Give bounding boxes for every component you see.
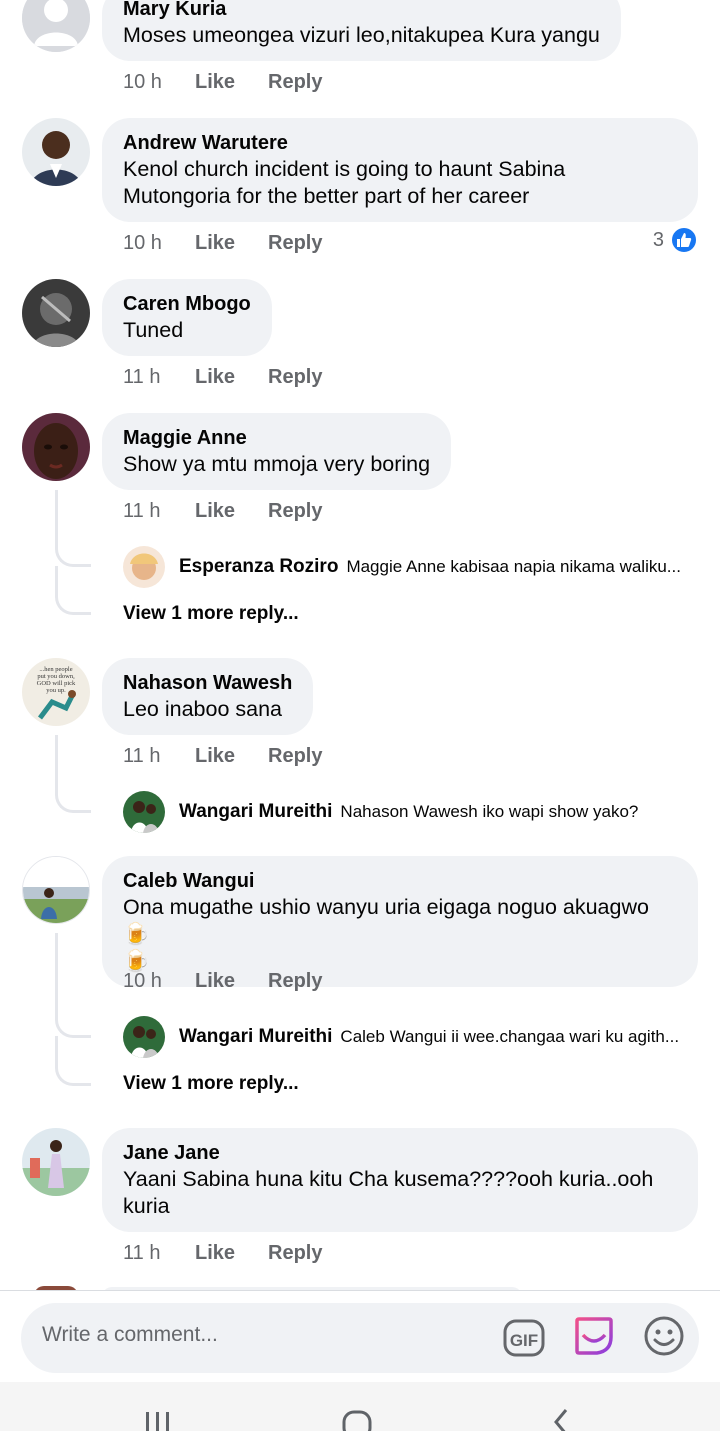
comment-bubble[interactable]: Maggie Anne Show ya mtu mmoja very borin… (102, 413, 452, 490)
system-navigation-bar (0, 1382, 720, 1431)
thread-connector (55, 566, 91, 615)
thread-connector (55, 735, 91, 813)
comment-author[interactable]: Caleb Wangui (123, 868, 677, 894)
reply-preview[interactable]: Wangari Mureithi Caleb Wangui ii wee.cha… (123, 1016, 692, 1058)
back-icon[interactable] (540, 1408, 580, 1431)
comment-composer: Write a comment... GIF (0, 1290, 720, 1382)
comment-time[interactable]: 10 h (123, 232, 195, 255)
reply-button[interactable]: Reply (268, 1242, 322, 1265)
reply-button[interactable]: Reply (268, 71, 322, 94)
home-icon[interactable] (338, 1408, 378, 1431)
comment-author[interactable]: Mary Kuria (123, 0, 600, 22)
like-button[interactable]: Like (195, 366, 268, 389)
comment-text: Tuned (123, 318, 184, 342)
comment-bubble[interactable]: Andrew Warutere Kenol church incident is… (102, 118, 698, 222)
comment-author[interactable]: Jane Jane (123, 1140, 677, 1166)
comment-time[interactable]: 10 h (123, 970, 195, 993)
emoji-icon[interactable] (642, 1314, 686, 1358)
avatar[interactable] (22, 279, 90, 347)
like-button[interactable]: Like (195, 745, 268, 768)
like-button[interactable]: Like (195, 1242, 268, 1265)
avatar[interactable] (123, 546, 165, 588)
reply-author[interactable]: Wangari Mureithi (179, 801, 332, 823)
comment-actions: 10 h Like Reply (123, 228, 322, 258)
comment-text: Show ya mtu mmoja very boring (123, 452, 431, 476)
comment-author[interactable]: Nahason Wawesh (123, 670, 292, 696)
avatar-quote-text: put you down, (37, 673, 75, 680)
comment-author[interactable]: Maggie Anne (123, 425, 430, 451)
reply-button[interactable]: Reply (268, 745, 322, 768)
avatar[interactable]: ...hen people put you down, GOD will pic… (22, 658, 90, 726)
comments-feed[interactable]: Mary Kuria Moses umeongea vizuri leo,nit… (0, 0, 720, 1290)
reply-button[interactable]: Reply (268, 970, 322, 993)
thread-connector (55, 1036, 91, 1086)
avatar[interactable] (22, 0, 90, 52)
thread-connector (55, 490, 91, 567)
thread-connector (55, 933, 91, 1038)
comment-text: Moses umeongea vizuri leo,nitakupea Kura… (123, 23, 600, 47)
comment-text: Yaani Sabina huna kitu Cha kusema????ooh… (123, 1167, 654, 1191)
comment-time[interactable]: 11 h (123, 500, 195, 523)
gif-icon[interactable]: GIF (502, 1316, 546, 1360)
comment-actions: 11 h Like Reply (123, 362, 322, 392)
comment-text: kuria (123, 1194, 170, 1218)
avatar[interactable] (123, 791, 165, 833)
reply-author[interactable]: Wangari Mureithi (179, 1026, 332, 1048)
view-more-replies-link[interactable]: View 1 more reply... (123, 603, 299, 625)
reply-text: Maggie Anne kabisaa napia nikama waliku.… (346, 557, 681, 576)
comment-time[interactable]: 11 h (123, 745, 195, 768)
comment-input[interactable]: Write a comment... (42, 1323, 218, 1347)
thumbs-up-icon (670, 226, 698, 254)
comment-text: Ona mugathe ushio wanyu uria eigaga nogu… (123, 895, 649, 946)
comment-bubble[interactable]: Caren Mbogo Tuned (102, 279, 272, 356)
reply-preview[interactable]: Wangari Mureithi Nahason Wawesh iko wapi… (123, 791, 692, 833)
sticker-icon[interactable] (572, 1314, 616, 1358)
avatar-quote-text: ...hen people (39, 666, 72, 673)
comment-time[interactable]: 10 h (123, 71, 195, 94)
reply-text: Caleb Wangui ii wee.changaa wari ku agit… (340, 1027, 680, 1046)
avatar-quote-text: GOD will pick (37, 680, 76, 687)
comment-actions: 11 h Like Reply (123, 1238, 322, 1268)
avatar[interactable] (22, 856, 90, 924)
comment-time[interactable]: 11 h (123, 366, 195, 389)
reply-button[interactable]: Reply (268, 232, 322, 255)
comment-actions: 11 h Like Reply (123, 741, 322, 771)
comment-bubble[interactable]: Nahason Wawesh Leo inaboo sana (102, 658, 314, 735)
reply-preview[interactable]: Esperanza Roziro Maggie Anne kabisaa nap… (123, 546, 698, 588)
reply-button[interactable]: Reply (268, 366, 322, 389)
avatar[interactable] (22, 1128, 90, 1196)
comment-bubble[interactable]: Mary Kuria Moses umeongea vizuri leo,nit… (102, 0, 621, 61)
like-button[interactable]: Like (195, 71, 268, 94)
reaction-summary[interactable]: 3 (653, 226, 698, 254)
comment-actions: 11 h Like Reply (123, 496, 322, 526)
comment-actions: 10 h Like Reply (123, 67, 322, 97)
comment-actions: 10 h Like Reply (123, 966, 322, 996)
like-button[interactable]: Like (195, 232, 268, 255)
comment-bubble[interactable]: Jane Jane Yaani Sabina huna kitu Cha kus… (102, 1128, 698, 1232)
reply-text: Nahason Wawesh iko wapi show yako? (340, 802, 639, 821)
comment-time[interactable]: 11 h (123, 1242, 195, 1265)
like-button[interactable]: Like (195, 970, 268, 993)
avatar-quote-text: you up. (46, 687, 66, 694)
view-more-replies-link[interactable]: View 1 more reply... (123, 1073, 299, 1095)
avatar[interactable] (123, 1016, 165, 1058)
avatar[interactable] (22, 118, 90, 186)
reply-button[interactable]: Reply (268, 500, 322, 523)
comment-text: Leo inaboo sana (123, 697, 283, 721)
comment-text: Mutongoria for the better part of her ca… (123, 184, 530, 208)
like-button[interactable]: Like (195, 500, 268, 523)
avatar[interactable] (22, 413, 90, 481)
comment-author[interactable]: Andrew Warutere (123, 130, 677, 156)
default-avatar-icon (22, 0, 90, 52)
comment-author[interactable]: Caren Mbogo (123, 291, 251, 317)
recent-apps-icon[interactable] (138, 1408, 178, 1431)
reply-author[interactable]: Esperanza Roziro (179, 556, 338, 578)
comment-text: Kenol church incident is going to haunt … (123, 157, 566, 181)
svg-text:GIF: GIF (510, 1331, 538, 1350)
reaction-count: 3 (652, 228, 664, 251)
